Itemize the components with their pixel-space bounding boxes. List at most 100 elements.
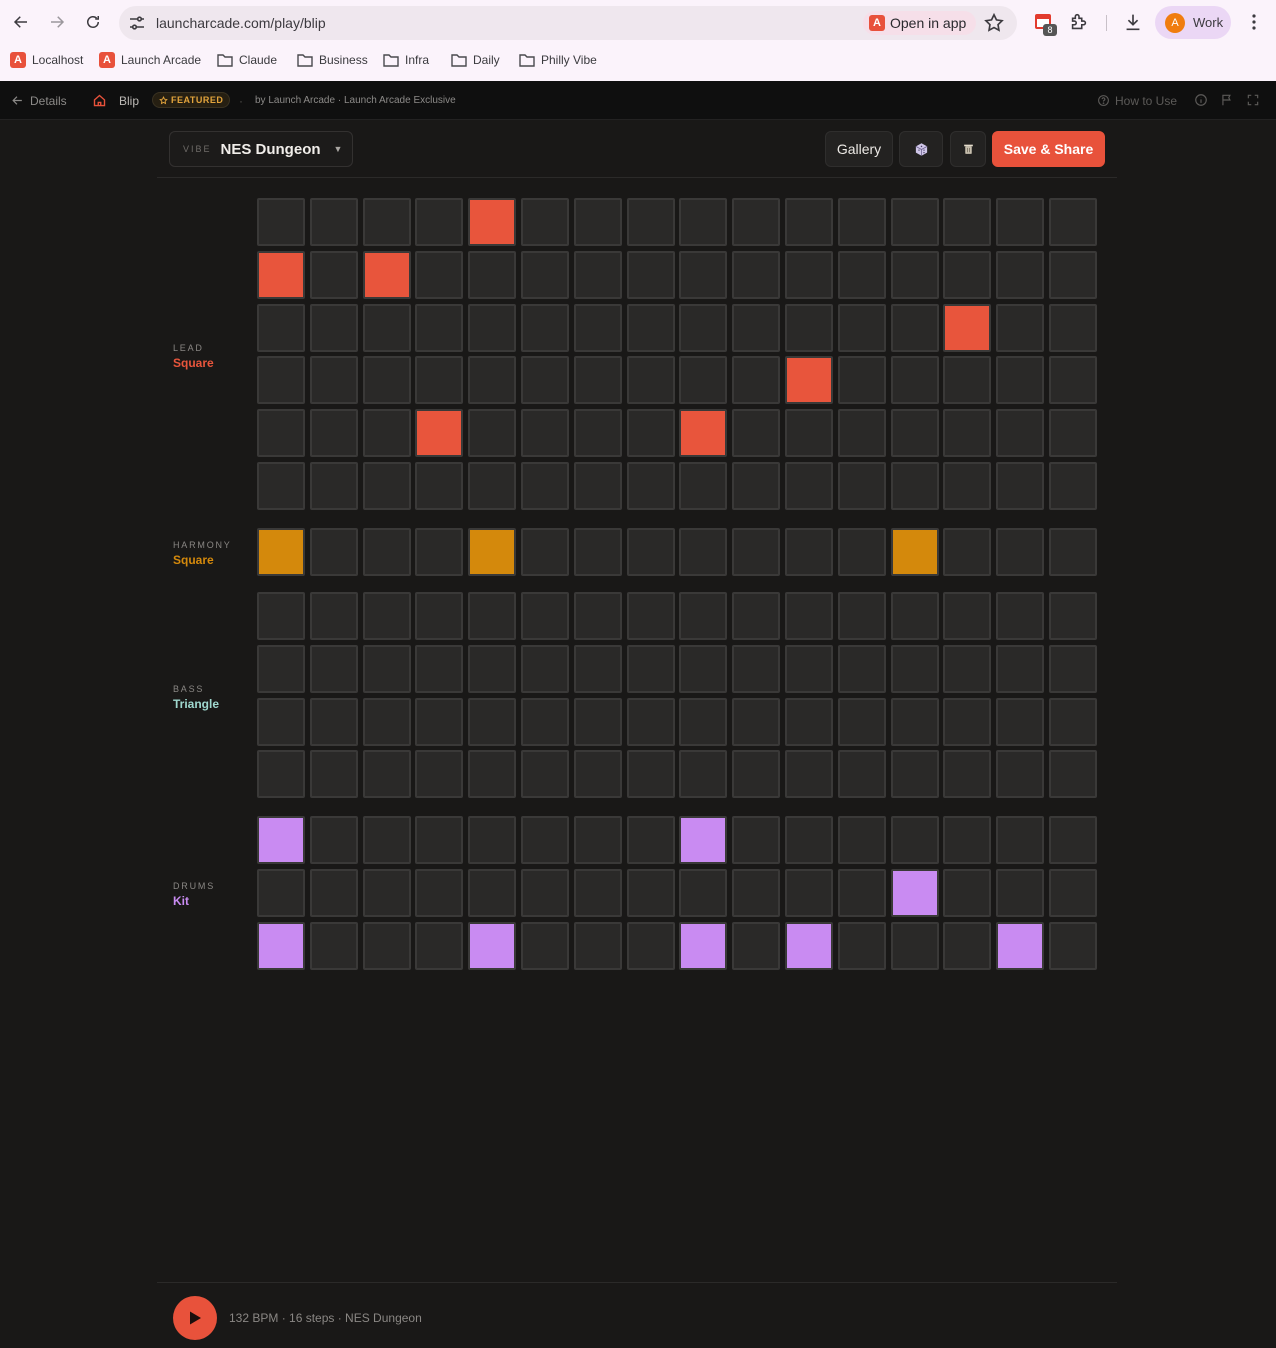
- step-cell-lead-r2-s9[interactable]: [732, 304, 780, 352]
- step-cell-lead-r3-s5[interactable]: [521, 356, 569, 404]
- step-cell-drums-r0-s3[interactable]: [415, 816, 463, 864]
- step-cell-bass-r1-s9[interactable]: [732, 645, 780, 693]
- step-cell-drums-r1-s0[interactable]: [257, 869, 305, 917]
- step-cell-bass-r0-s0[interactable]: [257, 592, 305, 640]
- step-cell-drums-r2-s1[interactable]: [310, 922, 358, 970]
- step-cell-lead-r0-s9[interactable]: [732, 198, 780, 246]
- bookmark-folder-claude[interactable]: Claude: [217, 49, 277, 71]
- step-cell-drums-r1-s8[interactable]: [679, 869, 727, 917]
- step-cell-lead-r3-s4[interactable]: [468, 356, 516, 404]
- step-cell-harmony-r0-s9[interactable]: [732, 528, 780, 576]
- step-cell-bass-r2-s15[interactable]: [1049, 698, 1097, 746]
- step-cell-lead-r2-s11[interactable]: [838, 304, 886, 352]
- step-cell-bass-r0-s9[interactable]: [732, 592, 780, 640]
- step-cell-drums-r1-s7[interactable]: [627, 869, 675, 917]
- step-cell-drums-r0-s12[interactable]: [891, 816, 939, 864]
- step-cell-lead-r5-s11[interactable]: [838, 462, 886, 510]
- step-cell-lead-r0-s4[interactable]: [468, 198, 516, 246]
- step-cell-bass-r1-s2[interactable]: [363, 645, 411, 693]
- flag-icon[interactable]: [1220, 93, 1234, 107]
- step-cell-drums-r1-s13[interactable]: [943, 869, 991, 917]
- step-cell-lead-r1-s4[interactable]: [468, 251, 516, 299]
- step-cell-lead-r0-s8[interactable]: [679, 198, 727, 246]
- step-cell-lead-r4-s6[interactable]: [574, 409, 622, 457]
- bookmark-folder-daily[interactable]: Daily: [451, 49, 500, 71]
- step-cell-lead-r5-s10[interactable]: [785, 462, 833, 510]
- step-cell-lead-r1-s8[interactable]: [679, 251, 727, 299]
- back-arrow-icon[interactable]: [9, 10, 33, 34]
- step-cell-lead-r3-s10[interactable]: [785, 356, 833, 404]
- step-cell-bass-r2-s13[interactable]: [943, 698, 991, 746]
- step-cell-bass-r3-s2[interactable]: [363, 750, 411, 798]
- step-cell-bass-r3-s15[interactable]: [1049, 750, 1097, 798]
- step-cell-lead-r0-s12[interactable]: [891, 198, 939, 246]
- step-cell-lead-r1-s14[interactable]: [996, 251, 1044, 299]
- bookmark-folder-business[interactable]: Business: [297, 49, 368, 71]
- step-cell-lead-r2-s15[interactable]: [1049, 304, 1097, 352]
- step-cell-bass-r1-s8[interactable]: [679, 645, 727, 693]
- bookmark-localhost[interactable]: A Localhost: [10, 49, 83, 71]
- step-cell-bass-r3-s9[interactable]: [732, 750, 780, 798]
- step-cell-bass-r2-s9[interactable]: [732, 698, 780, 746]
- step-cell-bass-r3-s0[interactable]: [257, 750, 305, 798]
- step-cell-lead-r0-s14[interactable]: [996, 198, 1044, 246]
- step-cell-lead-r4-s11[interactable]: [838, 409, 886, 457]
- step-cell-lead-r2-s14[interactable]: [996, 304, 1044, 352]
- step-cell-lead-r2-s7[interactable]: [627, 304, 675, 352]
- step-cell-lead-r4-s13[interactable]: [943, 409, 991, 457]
- site-info-icon[interactable]: [127, 13, 147, 33]
- step-cell-lead-r4-s2[interactable]: [363, 409, 411, 457]
- step-cell-drums-r2-s9[interactable]: [732, 922, 780, 970]
- step-cell-lead-r1-s2[interactable]: [363, 251, 411, 299]
- step-cell-drums-r0-s6[interactable]: [574, 816, 622, 864]
- step-cell-lead-r1-s5[interactable]: [521, 251, 569, 299]
- step-cell-harmony-r0-s3[interactable]: [415, 528, 463, 576]
- play-button[interactable]: [173, 1296, 217, 1340]
- step-cell-lead-r3-s8[interactable]: [679, 356, 727, 404]
- step-cell-lead-r0-s13[interactable]: [943, 198, 991, 246]
- step-cell-harmony-r0-s10[interactable]: [785, 528, 833, 576]
- step-cell-drums-r1-s10[interactable]: [785, 869, 833, 917]
- step-cell-bass-r2-s4[interactable]: [468, 698, 516, 746]
- step-cell-lead-r0-s10[interactable]: [785, 198, 833, 246]
- step-cell-lead-r0-s2[interactable]: [363, 198, 411, 246]
- step-cell-drums-r2-s8[interactable]: [679, 922, 727, 970]
- step-cell-drums-r0-s11[interactable]: [838, 816, 886, 864]
- step-cell-lead-r1-s6[interactable]: [574, 251, 622, 299]
- step-cell-drums-r2-s15[interactable]: [1049, 922, 1097, 970]
- step-cell-lead-r1-s9[interactable]: [732, 251, 780, 299]
- step-cell-lead-r4-s15[interactable]: [1049, 409, 1097, 457]
- step-cell-harmony-r0-s5[interactable]: [521, 528, 569, 576]
- step-cell-bass-r2-s1[interactable]: [310, 698, 358, 746]
- step-cell-lead-r5-s2[interactable]: [363, 462, 411, 510]
- step-cell-lead-r0-s7[interactable]: [627, 198, 675, 246]
- profile-button[interactable]: A Work: [1155, 6, 1231, 39]
- step-cell-drums-r2-s7[interactable]: [627, 922, 675, 970]
- step-cell-lead-r1-s12[interactable]: [891, 251, 939, 299]
- step-cell-harmony-r0-s13[interactable]: [943, 528, 991, 576]
- step-cell-drums-r0-s14[interactable]: [996, 816, 1044, 864]
- step-cell-lead-r4-s7[interactable]: [627, 409, 675, 457]
- step-cell-drums-r1-s9[interactable]: [732, 869, 780, 917]
- step-cell-harmony-r0-s2[interactable]: [363, 528, 411, 576]
- step-cell-drums-r1-s4[interactable]: [468, 869, 516, 917]
- step-cell-drums-r2-s5[interactable]: [521, 922, 569, 970]
- extensions-puzzle-icon[interactable]: [1068, 11, 1090, 33]
- step-cell-lead-r1-s11[interactable]: [838, 251, 886, 299]
- gallery-button[interactable]: Gallery: [825, 131, 893, 167]
- step-cell-bass-r1-s14[interactable]: [996, 645, 1044, 693]
- step-cell-bass-r2-s3[interactable]: [415, 698, 463, 746]
- step-cell-bass-r2-s6[interactable]: [574, 698, 622, 746]
- step-cell-bass-r2-s14[interactable]: [996, 698, 1044, 746]
- step-cell-bass-r0-s13[interactable]: [943, 592, 991, 640]
- open-in-app-button[interactable]: A Open in app: [863, 11, 977, 35]
- step-cell-bass-r0-s1[interactable]: [310, 592, 358, 640]
- step-cell-lead-r2-s13[interactable]: [943, 304, 991, 352]
- step-cell-lead-r3-s12[interactable]: [891, 356, 939, 404]
- step-cell-lead-r4-s0[interactable]: [257, 409, 305, 457]
- step-cell-lead-r5-s0[interactable]: [257, 462, 305, 510]
- step-cell-drums-r0-s7[interactable]: [627, 816, 675, 864]
- step-cell-lead-r4-s12[interactable]: [891, 409, 939, 457]
- step-cell-bass-r1-s0[interactable]: [257, 645, 305, 693]
- step-cell-lead-r5-s3[interactable]: [415, 462, 463, 510]
